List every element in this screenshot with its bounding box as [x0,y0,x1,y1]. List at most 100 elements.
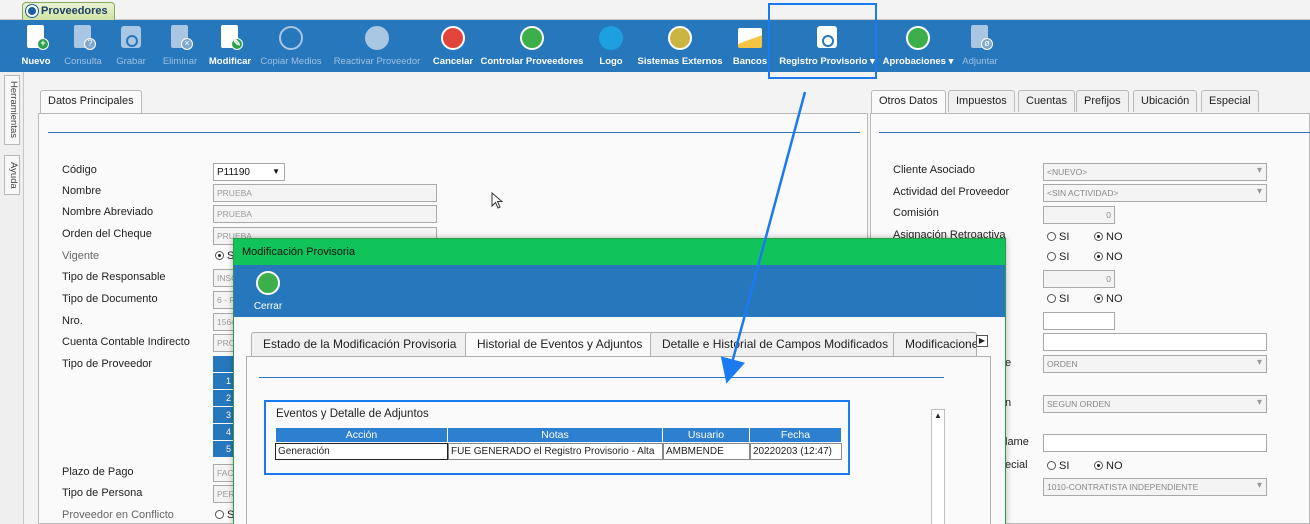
side-tab-ayuda[interactable]: Ayuda [4,155,20,195]
tab-detalle-historial[interactable]: Detalle e Historial de Campos Modificado… [650,332,901,356]
globe-icon [666,24,694,52]
label-cuenta-contable: Cuenta Contable Indirecto [62,336,190,348]
logo-button[interactable]: Logo [596,20,626,72]
modal-toolbar: Cerrar [234,265,1005,317]
tipo-proveedor-item[interactable]: 2 [213,390,235,406]
tab-datos-principales[interactable]: Datos Principales [40,90,142,114]
label-tipo-responsable: Tipo de Responsable [62,271,166,283]
nuevo-button[interactable]: + Nuevo [14,20,58,72]
tab-impuestos[interactable]: Impuestos [948,90,1015,112]
tab-otros-datos[interactable]: Otros Datos [871,90,946,114]
side-tab-strip: Herramientas Ayuda [0,72,24,524]
tab-cuentas[interactable]: Cuentas [1018,90,1075,112]
query-doc-icon: ? [69,24,97,52]
label-orden-cheque: Orden del Cheque [62,228,152,240]
app-tab-label: Proveedores [41,5,108,17]
cerrar-button[interactable]: Cerrar [248,265,288,317]
thumbs-up-icon [254,269,282,297]
tab-estado-modificacion[interactable]: Estado de la Modificación Provisoria [251,332,469,356]
logo-icon [597,24,625,52]
scroll-up-icon[interactable]: ▲ [932,410,944,422]
nombre-abreviado-field[interactable]: PRUEBA [213,205,437,223]
eventos-grid-highlight [264,400,850,475]
label-partial-ecial: ecial [1005,459,1028,471]
contratista-select[interactable]: 1010-CONTRATISTA INDEPENDIENTE [1043,478,1267,496]
label-tipo-documento: Tipo de Documento [62,293,158,305]
adjuntar-button[interactable]: ø Adjuntar [958,20,1002,72]
tipo-proveedor-item[interactable]: 3 [213,407,235,423]
consulta-button[interactable]: ? Consulta [62,20,104,72]
tab-modificaciones[interactable]: Modificacione [893,332,977,356]
option2-si-radio[interactable]: SI [1047,251,1069,263]
label-plazo-pago: Plazo de Pago [62,466,134,478]
new-doc-icon: + [22,24,50,52]
codigo-select[interactable]: P11190 [213,163,285,181]
side-tab-herramientas[interactable]: Herramientas [4,75,20,145]
check-icon [363,24,391,52]
modal-title: Modificación Provisoria [234,239,1005,265]
grabar-button[interactable]: Grabar [112,20,150,72]
label-codigo: Código [62,164,97,176]
empty-field-3[interactable] [1043,434,1267,452]
option3-no-radio[interactable]: NO [1094,293,1123,305]
tipo-proveedor-header [213,356,235,372]
main-toolbar: + Nuevo ? Consulta Grabar × Eliminar ✎ M… [0,20,1310,72]
label-cliente-asociado: Cliente Asociado [893,164,975,176]
label-tipo-persona: Tipo de Persona [62,487,143,499]
segun-orden-select[interactable]: SEGUN ORDEN [1043,395,1267,413]
modificar-button[interactable]: ✎ Modificar [206,20,254,72]
empty-field-1[interactable] [1043,312,1115,330]
label-nro: Nro. [62,315,83,327]
vigente-radio[interactable]: S [215,250,234,262]
conflicto-radio[interactable]: S [215,509,234,521]
mouse-cursor-icon [491,192,503,209]
tab-especial[interactable]: Especial [1201,90,1259,112]
cancel-icon [439,24,467,52]
reactivar-proveedor-button[interactable]: Reactivar Proveedor [330,20,424,72]
chart-icon [736,24,764,52]
tab-ubicacion[interactable]: Ubicación [1133,90,1198,112]
label-tipo-proveedor: Tipo de Proveedor [62,358,153,370]
tipo-proveedor-item[interactable]: 4 [213,424,235,440]
controlar-proveedores-button[interactable]: Controlar Proveedores [480,20,584,72]
option2-no-radio[interactable]: NO [1094,251,1123,263]
numeric-field-2[interactable]: 0 [1043,270,1115,288]
vertical-scrollbar[interactable]: ▲ [931,409,945,524]
bancos-button[interactable]: Bancos [732,20,768,72]
sistemas-externos-button[interactable]: Sistemas Externos [636,20,724,72]
cliente-asociado-select[interactable]: <NUEVO> [1043,163,1267,181]
copiar-medios-button[interactable]: Copiar Medios [258,20,324,72]
comision-field[interactable]: 0 [1043,206,1115,224]
registro-provisorio-highlight [768,3,877,79]
tab-scroll-right-icon[interactable]: ▶ [976,335,988,347]
orden-select[interactable]: ORDEN [1043,355,1267,373]
app-tab-strip: Proveedores [0,0,1310,20]
tipo-proveedor-item[interactable]: 1 [213,373,235,389]
tab-historial-eventos[interactable]: Historial de Eventos y Adjuntos [465,332,655,357]
eliminar-button[interactable]: × Eliminar [160,20,200,72]
empty-field-2[interactable] [1043,333,1267,351]
app-tab-proveedores[interactable]: Proveedores [22,2,115,20]
section-rule [48,132,860,133]
label-comision: Comisión [893,207,939,219]
option4-si-radio[interactable]: SI [1047,460,1069,472]
section-rule [259,377,944,378]
label-actividad: Actividad del Proveedor [893,186,1010,198]
app-logo-icon [26,5,38,17]
option3-si-radio[interactable]: SI [1047,293,1069,305]
save-icon [117,24,145,52]
cancelar-button[interactable]: Cancelar [432,20,474,72]
delete-doc-icon: × [166,24,194,52]
asignacion-no-radio[interactable]: NO [1094,231,1123,243]
play-icon [277,24,305,52]
option4-no-radio[interactable]: NO [1094,460,1123,472]
nombre-field[interactable]: PRUEBA [213,184,437,202]
asignacion-si-radio[interactable]: SI [1047,231,1069,243]
tab-prefijos[interactable]: Prefijos [1076,90,1129,112]
actividad-select[interactable]: <SIN ACTIVIDAD> [1043,184,1267,202]
tipo-proveedor-item[interactable]: 5 [213,441,235,457]
label-vigente: Vigente [62,250,100,262]
edit-doc-icon: ✎ [216,24,244,52]
aprobaciones-button[interactable]: Aprobaciones ▾ [882,20,954,72]
approve-icon [904,24,932,52]
